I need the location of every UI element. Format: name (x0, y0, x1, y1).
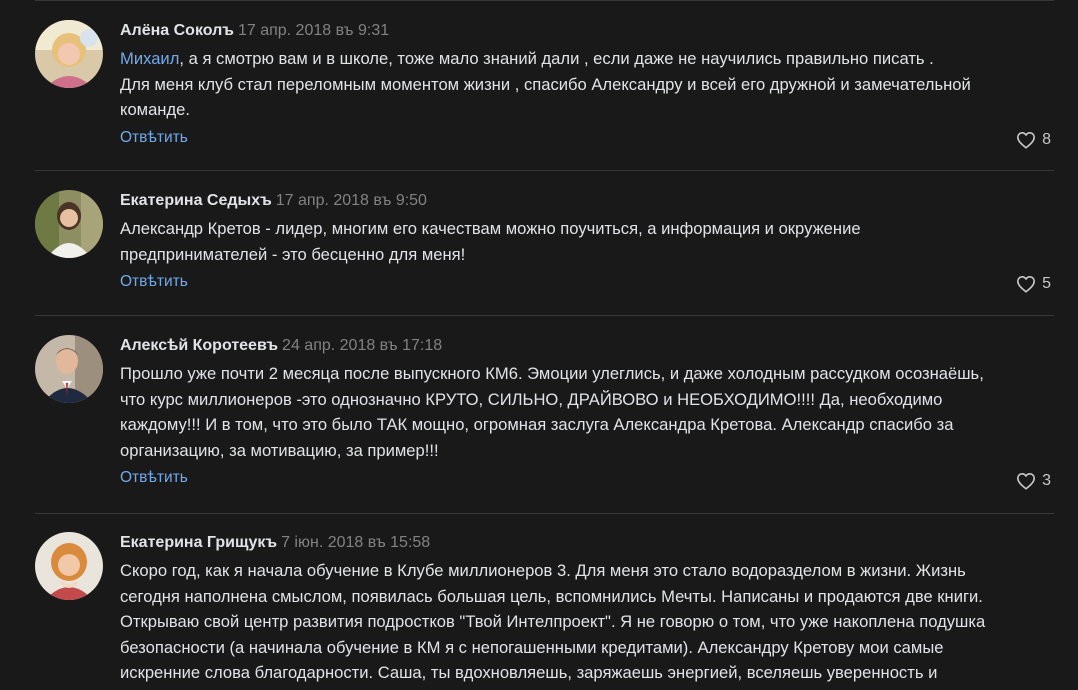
comment-text: Скоро год, как я начала обучение в Клубе… (120, 558, 1054, 686)
comments-feed: Алёна Соколъ 17 апр. 2018 въ 9:31 Михаил,… (0, 0, 1078, 690)
like-button[interactable]: 5 (1016, 273, 1051, 295)
reply-button[interactable]: Отвѣтить (120, 271, 188, 293)
like-count: 8 (1042, 131, 1051, 148)
comment-text: Михаил, а я смотрю вам и в школе, тоже м… (120, 46, 1054, 123)
comment-line: искренние слова благодарности. Саша, ты … (120, 663, 938, 683)
comment-header: Алексѣй Коротеевъ 24 апр. 2018 въ 17:18 (120, 335, 1054, 357)
comment-line: каждому!!! И в том, что это было ТАК мощ… (120, 415, 954, 435)
comment-line-text: , а я смотрю вам и в школе, тоже мало зн… (179, 49, 934, 68)
comment-header: Алёна Соколъ 17 апр. 2018 въ 9:31 (120, 20, 1054, 42)
comment-line: Александр Кретов - лидер, многим его кач… (120, 219, 861, 238)
comment-line: предпринимателей - это бесценно для меня… (120, 244, 466, 264)
comment-line: Прошло уже почти 2 месяца после выпускно… (120, 364, 984, 383)
avatar[interactable] (35, 532, 103, 600)
like-button[interactable]: 3 (1016, 470, 1051, 492)
author-name[interactable]: Алёна Соколъ (120, 22, 234, 39)
comment-body: Екатерина Грищукъ 7 iюн. 2018 въ 15:58 Ск… (120, 532, 1054, 686)
heart-outline-icon (1017, 131, 1036, 149)
comment-line: Михаил, а я смотрю вам и в школе, тоже м… (120, 46, 1054, 72)
comment-line: что курс миллионеров -это однозначно КРУ… (120, 389, 943, 409)
author-name[interactable]: Алексѣй Коротеевъ (120, 337, 278, 354)
like-count: 5 (1042, 275, 1051, 292)
comment-date[interactable]: 24 апр. 2018 въ 17:18 (282, 337, 442, 354)
divider (35, 0, 1054, 1)
avatar[interactable] (35, 20, 103, 88)
comment-line: Скоро год, как я начала обучение в Клубе… (120, 561, 966, 580)
reply-button[interactable]: Отвѣтить (120, 467, 188, 489)
comment-line: безопасности (а начинала обучение в КМ я… (120, 637, 944, 657)
mention-link[interactable]: Михаил (120, 49, 179, 68)
comment-line: сегодня наполнена смыслом, появилась бол… (120, 586, 983, 606)
comment-header: Екатерина Грищукъ 7 iюн. 2018 въ 15:58 (120, 532, 1054, 554)
like-button[interactable]: 8 (1016, 129, 1051, 151)
heart-outline-icon (1017, 275, 1036, 293)
comment-line: команде. (120, 100, 190, 120)
comment-date[interactable]: 7 iюн. 2018 въ 15:58 (281, 534, 430, 551)
avatar[interactable] (35, 335, 103, 403)
comment-header: Екатерина Седыхъ 17 апр. 2018 въ 9:50 (120, 190, 1054, 212)
reply-button[interactable]: Отвѣтить (120, 127, 188, 149)
divider (35, 513, 1054, 514)
comment-body: Екатерина Седыхъ 17 апр. 2018 въ 9:50 Але… (120, 190, 1054, 293)
divider (35, 315, 1054, 316)
author-name[interactable]: Екатерина Седыхъ (120, 192, 272, 209)
author-name[interactable]: Екатерина Грищукъ (120, 534, 277, 551)
comment-text: Прошло уже почти 2 месяца после выпускно… (120, 361, 1054, 463)
comment-text: Александр Кретов - лидер, многим его кач… (120, 216, 1054, 267)
comment-body: Алексѣй Коротеевъ 24 апр. 2018 въ 17:18 П… (120, 335, 1054, 489)
avatar[interactable] (35, 190, 103, 258)
comment-line: Открываю свой центр развития подростков … (120, 612, 986, 632)
comment-line: организацию, за мотивацию, за пример!!! (120, 440, 439, 460)
divider (35, 170, 1054, 171)
comment-line: Для меня клуб стал переломным моментом ж… (120, 74, 971, 94)
comment-body: Алёна Соколъ 17 апр. 2018 въ 9:31 Михаил,… (120, 20, 1054, 149)
like-count: 3 (1042, 472, 1051, 489)
comment-date[interactable]: 17 апр. 2018 въ 9:31 (238, 22, 389, 39)
comment-date[interactable]: 17 апр. 2018 въ 9:50 (276, 192, 427, 209)
heart-outline-icon (1017, 472, 1036, 490)
